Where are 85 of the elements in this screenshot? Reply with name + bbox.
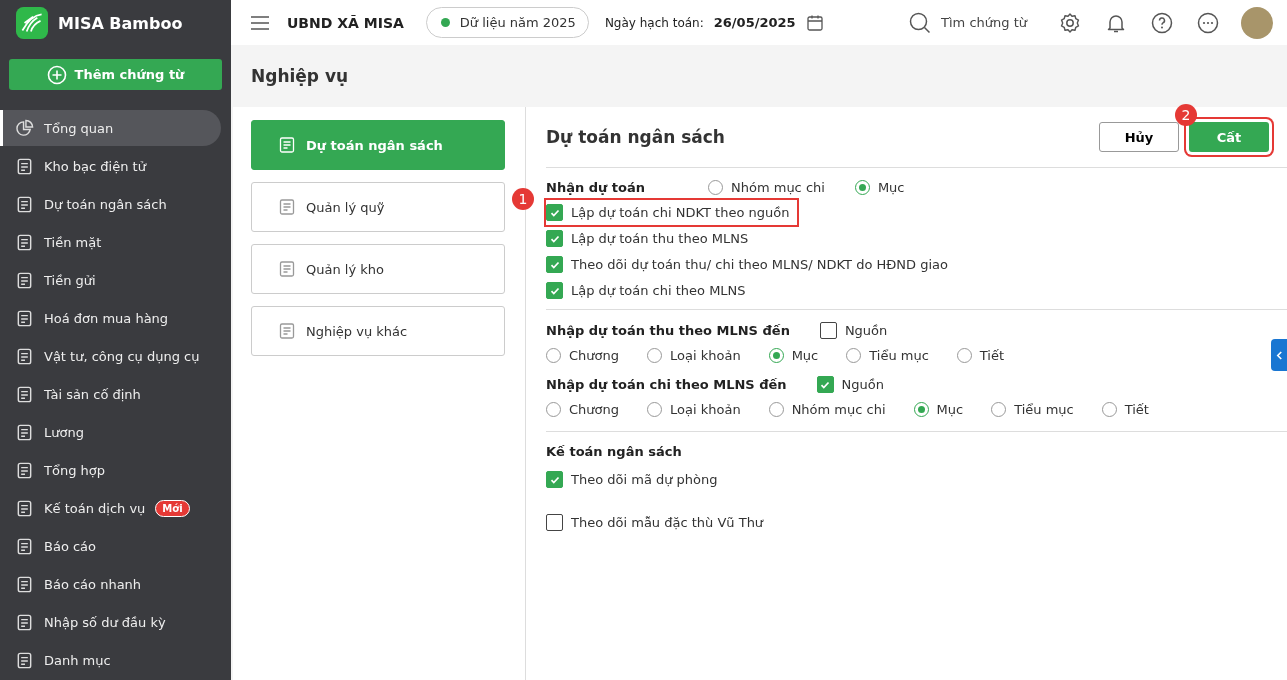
category-button[interactable]: Nghiệp vụ khác xyxy=(251,306,505,356)
bamboo-logo-icon xyxy=(16,7,48,39)
chevron-left-icon xyxy=(1275,350,1283,360)
document-icon xyxy=(15,536,34,556)
radio-option[interactable]: Tiểu mục xyxy=(991,402,1074,417)
document-icon xyxy=(15,232,34,252)
radio-option[interactable]: Chương xyxy=(546,348,619,363)
collapse-tab[interactable] xyxy=(1271,339,1287,371)
sidebar-item[interactable]: Tài sản cố định xyxy=(0,376,221,412)
search-icon[interactable] xyxy=(909,11,932,34)
search-field[interactable]: Tìm chứng từ xyxy=(941,15,1027,30)
pie-chart-icon xyxy=(15,118,34,138)
step-number-badge: 1 xyxy=(512,188,534,210)
sidebar-item[interactable]: Dự toán ngân sách xyxy=(0,186,221,222)
document-icon xyxy=(15,346,34,366)
checkbox-option[interactable]: Lập dự toán thu theo MLNS xyxy=(546,230,749,247)
category-button[interactable]: Quản lý quỹ xyxy=(251,182,505,232)
page-title: Nghiệp vụ xyxy=(251,66,349,86)
document-icon xyxy=(15,156,34,176)
radio-option[interactable]: Nhóm mục chi xyxy=(768,402,886,417)
document-icon xyxy=(15,574,34,594)
category-button[interactable]: Quản lý kho xyxy=(251,244,505,294)
app-name: MISA Bamboo xyxy=(58,13,183,33)
document-icon xyxy=(15,460,34,480)
document-icon xyxy=(15,384,34,404)
radio-option[interactable]: Nhóm mục chi xyxy=(708,180,825,195)
sidebar-item[interactable]: Lương xyxy=(0,414,221,450)
sidebar-item[interactable]: Vật tư, công cụ dụng cụ xyxy=(0,338,221,374)
field-label: Nhập dự toán chi theo MLNS đến xyxy=(546,377,787,392)
user-avatar[interactable] xyxy=(1241,6,1273,39)
sidebar-item[interactable]: Nhập số dư đầu kỳ xyxy=(0,604,221,640)
document-icon xyxy=(15,650,34,670)
cancel-button[interactable]: Hủy xyxy=(1099,122,1179,152)
sidebar-item[interactable]: Báo cáo xyxy=(0,528,221,564)
posting-date[interactable]: 26/05/2025 xyxy=(713,15,796,30)
document-icon xyxy=(15,422,34,442)
checkbox-option[interactable]: Theo dõi mã dự phòng xyxy=(546,471,1287,488)
radio-option[interactable]: Mục xyxy=(768,348,819,363)
radio-option[interactable]: Mục xyxy=(913,402,964,417)
field-label: Nhập dự toán thu theo MLNS đến xyxy=(546,323,790,338)
document-icon xyxy=(15,194,34,214)
sidebar-item[interactable]: Danh mục xyxy=(0,642,221,678)
checkbox-option[interactable]: Lập dự toán chi NDKT theo nguồn xyxy=(546,200,798,225)
settings-icon[interactable] xyxy=(1059,11,1081,34)
sidebar-item[interactable]: Tổng hợp xyxy=(0,452,221,488)
section-label: Nhận dự toán xyxy=(546,180,646,195)
menu-icon[interactable] xyxy=(251,15,269,30)
sidebar-item[interactable]: Tiền mặt xyxy=(0,224,221,260)
new-badge: Mới xyxy=(155,499,190,517)
sidebar-item[interactable]: Hoá đơn mua hàng xyxy=(0,300,221,336)
document-icon xyxy=(15,308,34,328)
checkbox-option[interactable]: Lập dự toán chi theo MLNS xyxy=(546,282,746,299)
radio-option[interactable]: Loại khoản xyxy=(647,402,741,417)
step-number-badge: 2 xyxy=(1175,104,1197,126)
plus-circle-icon xyxy=(46,64,67,85)
radio-option[interactable]: Tiểu mục xyxy=(846,348,929,363)
radio-option[interactable]: Tiết xyxy=(956,348,1005,363)
sidebar-item[interactable]: Báo cáo nhanh xyxy=(0,566,221,602)
document-icon xyxy=(15,270,34,290)
radio-option[interactable]: Loại khoản xyxy=(647,348,741,363)
more-icon[interactable] xyxy=(1197,11,1219,34)
data-year-selector[interactable]: Dữ liệu năm 2025 xyxy=(425,7,589,38)
checkbox-option[interactable]: Theo dõi dự toán thu/ chi theo MLNS/ NDKT do HĐND giao xyxy=(546,256,948,273)
organization-name: UBND XÃ MISA xyxy=(287,14,404,31)
checkbox-option[interactable]: Nguồn xyxy=(819,322,888,339)
document-icon xyxy=(278,198,296,216)
calendar-icon[interactable] xyxy=(805,13,824,32)
document-icon xyxy=(278,260,296,278)
document-icon xyxy=(15,498,34,518)
checkbox-option[interactable]: Theo dõi mẫu đặc thù Vũ Thư xyxy=(546,514,1287,531)
sidebar-item[interactable]: Tổng quan xyxy=(0,110,221,146)
sidebar-item[interactable]: Tiền gửi xyxy=(0,262,221,298)
radio-option[interactable]: Mục xyxy=(854,180,905,195)
settings-title: Dự toán ngân sách xyxy=(546,127,725,147)
radio-option[interactable]: Tiết xyxy=(1101,402,1149,417)
sidebar-item[interactable]: Kho bạc điện tử xyxy=(0,148,221,184)
checkbox-option[interactable]: Nguồn xyxy=(816,376,884,393)
radio-option[interactable]: Chương xyxy=(546,402,619,417)
sidebar-item[interactable]: Kế toán dịch vụ Mới xyxy=(0,490,221,526)
help-icon[interactable] xyxy=(1151,11,1173,34)
date-label: Ngày hạch toán: xyxy=(604,15,704,30)
document-icon xyxy=(278,322,296,340)
document-icon xyxy=(15,612,34,632)
document-icon xyxy=(278,136,296,154)
section-label: Kế toán ngân sách xyxy=(546,444,683,459)
